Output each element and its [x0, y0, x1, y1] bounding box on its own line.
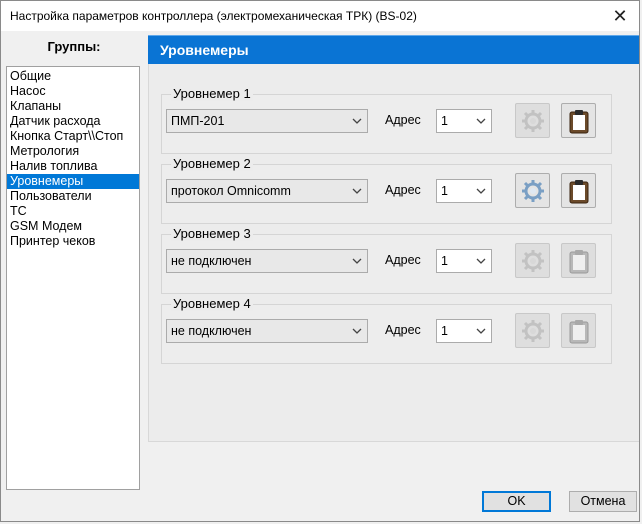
groups-item-valves[interactable]: Клапаны — [7, 99, 139, 114]
level-gauges-panel: Уровнемер 1 ПМП-201 Адрес 1 Уровнемер 2 … — [148, 64, 639, 442]
gear-icon — [522, 180, 544, 202]
settings-button[interactable] — [515, 243, 550, 278]
groups-item-level-gauges[interactable]: Уровнемеры — [7, 174, 139, 189]
level-gauge-title: Уровнемер 1 — [171, 86, 253, 101]
clipboard-button[interactable] — [561, 173, 596, 208]
clipboard-icon — [569, 320, 589, 344]
settings-button[interactable] — [515, 173, 550, 208]
groups-item-users[interactable]: Пользователи — [7, 189, 139, 204]
clipboard-button[interactable] — [561, 313, 596, 348]
address-label: Адрес — [385, 323, 421, 337]
address-value: 1 — [441, 324, 448, 338]
level-gauge-group-3: Уровнемер 3 не подключен Адрес 1 — [161, 226, 612, 294]
gear-icon — [522, 110, 544, 132]
clipboard-icon — [569, 110, 589, 134]
address-value: 1 — [441, 254, 448, 268]
clipboard-button[interactable] — [561, 103, 596, 138]
groups-item-flow-sensor[interactable]: Датчик расхода — [7, 114, 139, 129]
address-select[interactable]: 1 — [436, 319, 492, 343]
protocol-value: не подключен — [171, 324, 252, 338]
groups-item-pump[interactable]: Насос — [7, 84, 139, 99]
protocol-value: не подключен — [171, 254, 252, 268]
address-label: Адрес — [385, 113, 421, 127]
address-value: 1 — [441, 184, 448, 198]
level-gauge-title: Уровнемер 3 — [171, 226, 253, 241]
settings-button[interactable] — [515, 103, 550, 138]
chevron-down-icon — [352, 258, 362, 264]
chevron-down-icon — [476, 328, 486, 334]
window-title: Настройка параметров контроллера (электр… — [10, 9, 417, 23]
level-gauge-title: Уровнемер 4 — [171, 296, 253, 311]
protocol-select[interactable]: не подключен — [166, 319, 368, 343]
address-select[interactable]: 1 — [436, 249, 492, 273]
close-button[interactable]: ✕ — [609, 5, 631, 27]
address-select[interactable]: 1 — [436, 109, 492, 133]
cancel-button[interactable]: Отмена — [569, 491, 637, 512]
chevron-down-icon — [476, 258, 486, 264]
protocol-value: ПМП-201 — [171, 114, 225, 128]
groups-item-vehicles[interactable]: ТС — [7, 204, 139, 219]
groups-list[interactable]: Общие Насос Клапаны Датчик расхода Кнопк… — [6, 66, 140, 490]
gear-icon — [522, 320, 544, 342]
groups-item-receipt-printer[interactable]: Принтер чеков — [7, 234, 139, 249]
level-gauge-group-4: Уровнемер 4 не подключен Адрес 1 — [161, 296, 612, 364]
protocol-select[interactable]: не подключен — [166, 249, 368, 273]
chevron-down-icon — [352, 118, 362, 124]
chevron-down-icon — [476, 118, 486, 124]
address-label: Адрес — [385, 253, 421, 267]
chevron-down-icon — [352, 328, 362, 334]
protocol-value: протокол Omnicomm — [171, 184, 291, 198]
panel-header: Уровнемеры — [148, 35, 639, 64]
panel-title: Уровнемеры — [160, 42, 249, 58]
address-value: 1 — [441, 114, 448, 128]
protocol-select[interactable]: ПМП-201 — [166, 109, 368, 133]
protocol-select[interactable]: протокол Omnicomm — [166, 179, 368, 203]
title-bar: Настройка параметров контроллера (электр… — [1, 1, 639, 31]
chevron-down-icon — [476, 188, 486, 194]
groups-item-start-stop-button[interactable]: Кнопка Старт\\Стоп — [7, 129, 139, 144]
clipboard-icon — [569, 250, 589, 274]
groups-item-fuel-dispensing[interactable]: Налив топлива — [7, 159, 139, 174]
groups-item-gsm-modem[interactable]: GSM Модем — [7, 219, 139, 234]
level-gauge-group-1: Уровнемер 1 ПМП-201 Адрес 1 — [161, 86, 612, 154]
groups-item-metrology[interactable]: Метрология — [7, 144, 139, 159]
clipboard-icon — [569, 180, 589, 204]
address-select[interactable]: 1 — [436, 179, 492, 203]
groups-header: Группы: — [47, 39, 101, 54]
address-label: Адрес — [385, 183, 421, 197]
ok-button[interactable]: OK — [482, 491, 551, 512]
chevron-down-icon — [352, 188, 362, 194]
clipboard-button[interactable] — [561, 243, 596, 278]
level-gauge-title: Уровнемер 2 — [171, 156, 253, 171]
level-gauge-group-2: Уровнемер 2 протокол Omnicomm Адрес 1 — [161, 156, 612, 224]
dialog-window: Настройка параметров контроллера (электр… — [0, 0, 640, 522]
groups-item-general[interactable]: Общие — [7, 69, 139, 84]
settings-button[interactable] — [515, 313, 550, 348]
gear-icon — [522, 250, 544, 272]
